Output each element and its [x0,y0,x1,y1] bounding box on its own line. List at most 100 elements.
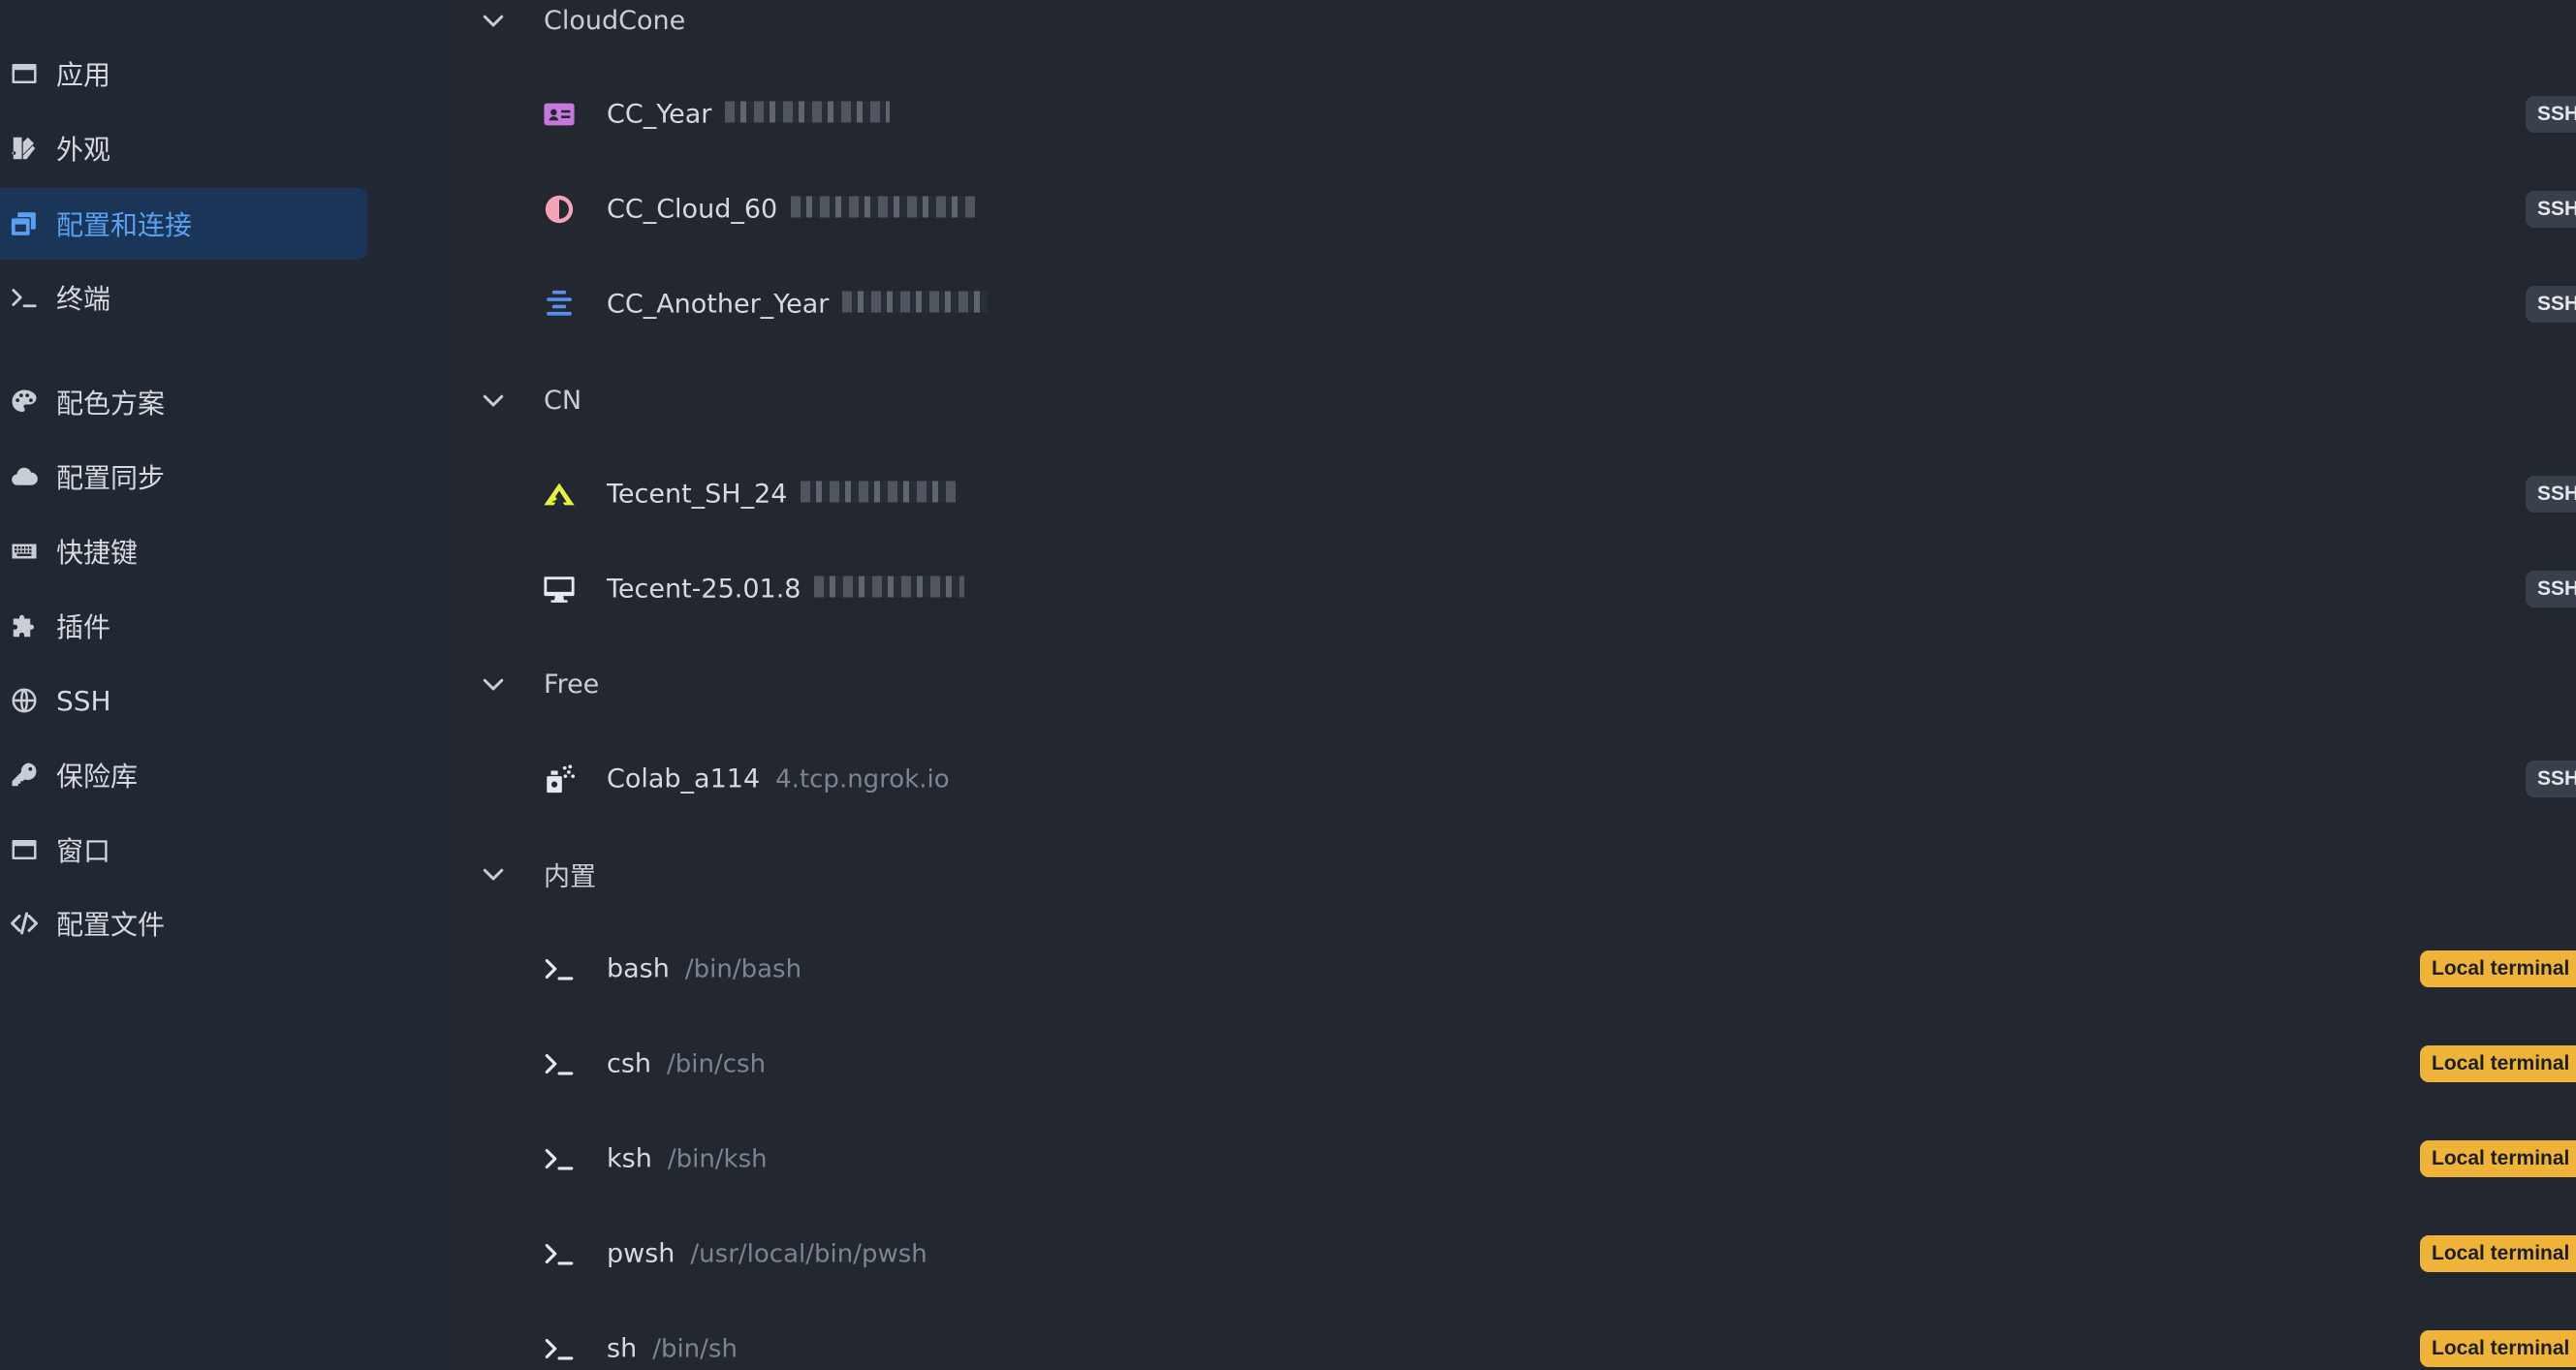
profile-row[interactable]: pwsh /usr/local/bin/pwsh Local terminal [445,1212,2576,1295]
profile-row[interactable]: CC_Year SSH [445,73,2576,156]
profile-name: csh [607,1048,652,1079]
group-header-free[interactable]: Free [445,655,2576,713]
desktop-icon [542,572,577,607]
globe-icon [8,684,41,717]
profiles-list: CloudCone CC_Year SSH CC_Cloud_60 SSH CC… [445,0,2576,1370]
profile-name: Colab_a114 [607,763,761,794]
app-window: 应用 外观 配置和连接 终端 配色方案 配置同步 快捷键 插件 SSH 保险库 … [0,0,2576,1370]
profile-row[interactable]: CC_Cloud_60 SSH [445,168,2576,251]
local-terminal-badge: Local terminal [2420,1140,2576,1177]
profile-name: CC_Year [607,99,712,130]
local-terminal-badge: Local terminal [2420,1330,2576,1367]
profile-name: sh [607,1333,638,1364]
appearance-icon [8,132,41,165]
tencent-icon [542,477,577,512]
sidebar-item-config-sync[interactable]: 配置同步 [0,441,367,513]
profile-row[interactable]: sh /bin/sh Local terminal [445,1307,2576,1370]
group-label: 内置 [544,861,596,892]
ssh-badge: SSH [2526,761,2576,797]
sidebar-item-color-scheme[interactable]: 配色方案 [0,366,367,438]
chevron-down-icon [479,6,508,35]
sidebar-item-profiles[interactable]: 配置和连接 [0,188,367,260]
profiles-icon [8,207,41,240]
profile-row[interactable]: Colab_a114 4.tcp.ngrok.io SSH [445,737,2576,821]
redacted-host [842,291,989,313]
sidebar-item-vault[interactable]: 保险库 [0,739,367,811]
group-header-cloudcone[interactable]: CloudCone [445,0,2576,49]
sidebar-item-label: 终端 [56,283,111,315]
redacted-host [791,196,976,218]
terminal-icon [542,951,577,986]
sidebar-item-application[interactable]: 应用 [0,38,367,109]
sidebar-item-plugins[interactable]: 插件 [0,590,367,662]
profile-name: CC_Cloud_60 [607,194,778,225]
local-terminal-badge: Local terminal [2420,1235,2576,1272]
profile-row[interactable]: CC_Another_Year SSH [445,263,2576,346]
profile-path: /bin/sh [652,1334,738,1364]
sidebar-item-label: 配置和连接 [56,209,193,241]
group-label: CN [544,385,582,416]
ssh-badge: SSH [2526,96,2576,133]
sidebar-item-config-file[interactable]: 配置文件 [0,887,367,959]
profile-row[interactable]: Tecent_SH_24 SSH [445,452,2576,536]
profile-path: /usr/local/bin/pwsh [690,1239,927,1269]
code-icon [8,907,41,940]
ssh-badge: SSH [2526,191,2576,228]
profile-name: Tecent_SH_24 [607,479,788,510]
sidebar-item-label: 配色方案 [56,388,166,420]
sidebar-item-label: 插件 [56,611,111,643]
redacted-host [814,576,965,598]
sidebar-item-label: SSH [56,684,111,717]
ssh-badge: SSH [2526,571,2576,607]
window-icon [8,833,41,866]
sidebar-item-label: 保险库 [56,761,139,793]
group-label: CloudCone [544,5,686,36]
redacted-host [725,101,891,123]
redacted-host [801,481,957,503]
keyboard-icon [8,535,41,568]
sidebar-item-hotkeys[interactable]: 快捷键 [0,515,367,587]
id-card-icon [542,97,577,132]
spray-can-icon [542,762,577,796]
profile-name: pwsh [607,1238,675,1269]
profile-host: 4.tcp.ngrok.io [775,764,950,794]
profile-name: bash [607,953,670,984]
terminal-icon [542,1236,577,1271]
local-terminal-badge: Local terminal [2420,950,2576,987]
profile-row[interactable]: Tecent-25.01.8 SSH [445,547,2576,631]
chevron-down-icon [479,669,508,699]
profile-name: CC_Another_Year [607,289,830,320]
sidebar-item-window[interactable]: 窗口 [0,814,367,886]
half-circle-icon [542,192,577,227]
profile-name: ksh [607,1143,652,1174]
sidebar-item-label: 配置同步 [56,462,166,494]
palette-icon [8,386,41,419]
sidebar-item-terminal[interactable]: 终端 [0,262,367,333]
profile-row[interactable]: bash /bin/bash Local terminal [445,927,2576,1011]
terminal-icon [8,281,41,314]
terminal-icon [542,1331,577,1366]
puzzle-icon [8,609,41,642]
sidebar-item-appearance[interactable]: 外观 [0,112,367,184]
terminal-icon [542,1141,577,1176]
sidebar-item-label: 配置文件 [56,909,166,941]
sidebar-item-label: 应用 [56,59,111,91]
profile-row[interactable]: ksh /bin/ksh Local terminal [445,1117,2576,1200]
cloud-icon [8,460,41,493]
settings-sidebar: 应用 外观 配置和连接 终端 配色方案 配置同步 快捷键 插件 SSH 保险库 … [0,0,445,1370]
chevron-down-icon [479,386,508,415]
window-icon [8,57,41,90]
profile-row[interactable]: csh /bin/csh Local terminal [445,1022,2576,1105]
ssh-badge: SSH [2526,476,2576,513]
key-icon [8,759,41,792]
sidebar-item-ssh[interactable]: SSH [0,665,367,736]
terminal-icon [542,1046,577,1081]
ssh-badge: SSH [2526,286,2576,323]
sidebar-item-label: 快捷键 [56,537,139,569]
group-header-builtin[interactable]: 内置 [445,845,2576,903]
profile-name: Tecent-25.01.8 [607,574,801,605]
group-label: Free [544,669,600,700]
group-header-cn[interactable]: CN [445,371,2576,429]
align-center-icon [542,287,577,322]
profile-path: /bin/ksh [667,1144,768,1174]
